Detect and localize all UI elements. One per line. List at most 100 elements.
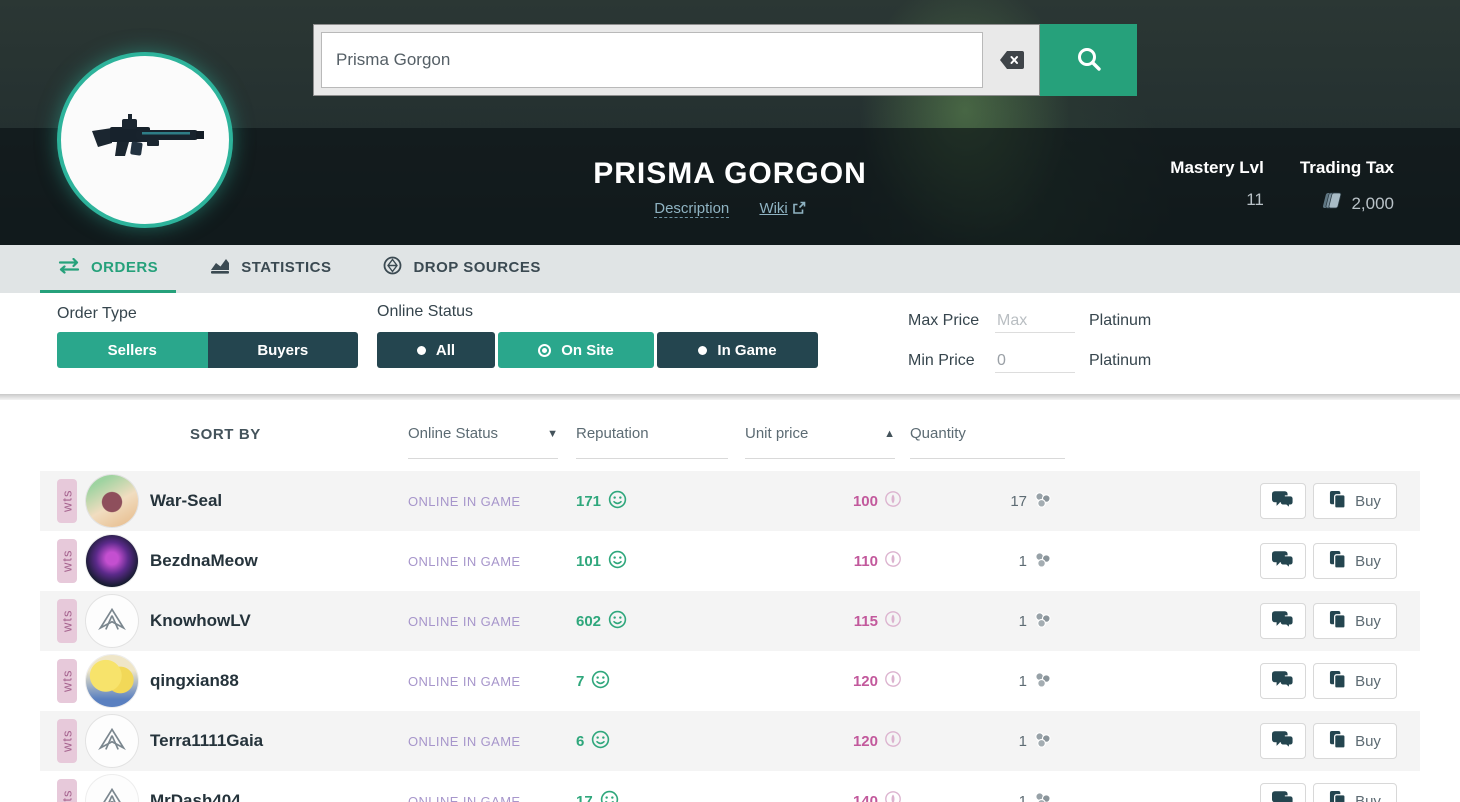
buy-button[interactable]: Buy [1313, 543, 1397, 579]
username-link[interactable]: War-Seal [150, 491, 408, 511]
online-status-toggle: All On Site In Game [377, 332, 818, 368]
avatar[interactable] [86, 655, 138, 707]
tab-orders[interactable]: ORDERS [40, 245, 176, 293]
sort-reputation[interactable]: Reputation [576, 425, 728, 442]
avatar[interactable] [86, 535, 138, 587]
chat-icon [1272, 610, 1294, 632]
wts-tag: wts [57, 719, 77, 763]
reputation-cell: 101 [576, 550, 726, 573]
credits-icon [1318, 190, 1344, 217]
chat-button[interactable] [1260, 783, 1306, 802]
row-actions: Buy [1260, 483, 1397, 519]
backspace-clear-icon[interactable] [983, 32, 1039, 88]
chat-icon [1272, 790, 1294, 802]
clipboard-icon [1329, 550, 1346, 573]
statistics-icon [210, 257, 230, 278]
avatar[interactable] [86, 775, 138, 802]
search-button[interactable] [1040, 24, 1137, 96]
search-frame [313, 24, 1040, 96]
quantity-cell: 1 [902, 550, 1052, 573]
buyers-button[interactable]: Buyers [208, 332, 359, 368]
clipboard-icon [1329, 610, 1346, 633]
min-price-input[interactable] [995, 350, 1075, 373]
buy-button[interactable]: Buy [1313, 483, 1397, 519]
platinum-icon [884, 790, 902, 802]
trading-tax-stat: Trading Tax 2,000 [1300, 158, 1394, 217]
platinum-icon [884, 550, 902, 572]
wts-tag: wts [57, 479, 77, 523]
tab-drop-sources[interactable]: DROP SOURCES [365, 245, 558, 293]
max-price-input[interactable] [995, 310, 1075, 333]
username-link[interactable]: qingxian88 [150, 671, 408, 691]
trading-tax-value: 2,000 [1351, 194, 1394, 214]
order-type-toggle: Sellers Buyers [57, 332, 358, 368]
row-actions: Buy [1260, 783, 1397, 802]
smiley-icon [600, 790, 619, 802]
chat-button[interactable] [1260, 543, 1306, 579]
smiley-icon [608, 550, 627, 573]
chat-button[interactable] [1260, 723, 1306, 759]
buy-label: Buy [1355, 493, 1381, 510]
buy-label: Buy [1355, 613, 1381, 630]
avatar[interactable] [86, 715, 138, 767]
buy-button[interactable]: Buy [1313, 723, 1397, 759]
online-status-text: ONLINE IN GAME [408, 794, 576, 802]
wiki-link[interactable]: Wiki [759, 200, 805, 217]
status-on-site-button[interactable]: On Site [498, 332, 654, 368]
buy-button[interactable]: Buy [1313, 603, 1397, 639]
buy-label: Buy [1355, 793, 1381, 802]
filter-panel: Order Type Sellers Buyers Online Status … [0, 293, 1460, 394]
unit-price-cell: 115 [726, 610, 902, 632]
orders-table: SORT BY Online Status ▼ Reputation Unit … [40, 400, 1420, 802]
wts-tag: wts [57, 779, 77, 802]
buy-label: Buy [1355, 733, 1381, 750]
buy-button[interactable]: Buy [1313, 783, 1397, 802]
sort-online-status[interactable]: Online Status ▼ [408, 425, 558, 442]
mastery-value: 11 [1170, 190, 1264, 210]
max-price-label: Max Price [908, 312, 995, 330]
quantity-cell: 1 [902, 610, 1052, 633]
username-link[interactable]: BezdnaMeow [150, 551, 408, 571]
status-in-game-button[interactable]: In Game [657, 332, 818, 368]
chat-button[interactable] [1260, 603, 1306, 639]
smiley-icon [608, 490, 627, 513]
sort-quantity[interactable]: Quantity [910, 425, 1065, 442]
buy-button[interactable]: Buy [1313, 663, 1397, 699]
order-row: wts BezdnaMeow ONLINE IN GAME 101 110 [40, 531, 1420, 591]
min-price-label: Min Price [908, 352, 995, 370]
quantity-cell: 1 [902, 730, 1052, 753]
page-header: PRISMA GORGON Description Wiki Mastery L… [0, 0, 1460, 245]
chat-button[interactable] [1260, 663, 1306, 699]
sort-by-label: SORT BY [190, 426, 261, 443]
sellers-button[interactable]: Sellers [57, 332, 208, 368]
avatar[interactable] [86, 595, 138, 647]
rifle-item-icon [84, 112, 206, 169]
tab-statistics[interactable]: STATISTICS [192, 245, 349, 293]
reputation-cell: 17 [576, 790, 726, 802]
radio-icon [417, 346, 426, 355]
price-filters: Max Price Platinum Min Price Platinum [908, 303, 1151, 379]
unit-price-cell: 140 [726, 790, 902, 802]
sort-unit-price[interactable]: Unit price ▲ [745, 425, 895, 442]
stack-icon [1033, 490, 1052, 513]
buy-label: Buy [1355, 673, 1381, 690]
username-link[interactable]: KnowhowLV [150, 611, 408, 631]
stack-icon [1033, 610, 1052, 633]
stack-icon [1033, 550, 1052, 573]
username-link[interactable]: Terra1111Gaia [150, 731, 408, 751]
search-input[interactable] [321, 32, 983, 88]
clipboard-icon [1329, 490, 1346, 513]
description-link[interactable]: Description [654, 200, 729, 218]
status-all-button[interactable]: All [377, 332, 495, 368]
max-price-currency: Platinum [1089, 312, 1151, 330]
trading-tax-label: Trading Tax [1300, 158, 1394, 178]
username-link[interactable]: MrDash404 [150, 791, 408, 802]
tab-orders-label: ORDERS [91, 259, 158, 276]
order-row: wts Terra1111Gaia ONLINE IN GAME 6 120 [40, 711, 1420, 771]
online-status-text: ONLINE IN GAME [408, 674, 576, 689]
chat-button[interactable] [1260, 483, 1306, 519]
order-row: wts MrDash404 ONLINE IN GAME 17 140 [40, 771, 1420, 802]
avatar[interactable] [86, 475, 138, 527]
order-type-label: Order Type [57, 305, 137, 323]
row-actions: Buy [1260, 663, 1397, 699]
